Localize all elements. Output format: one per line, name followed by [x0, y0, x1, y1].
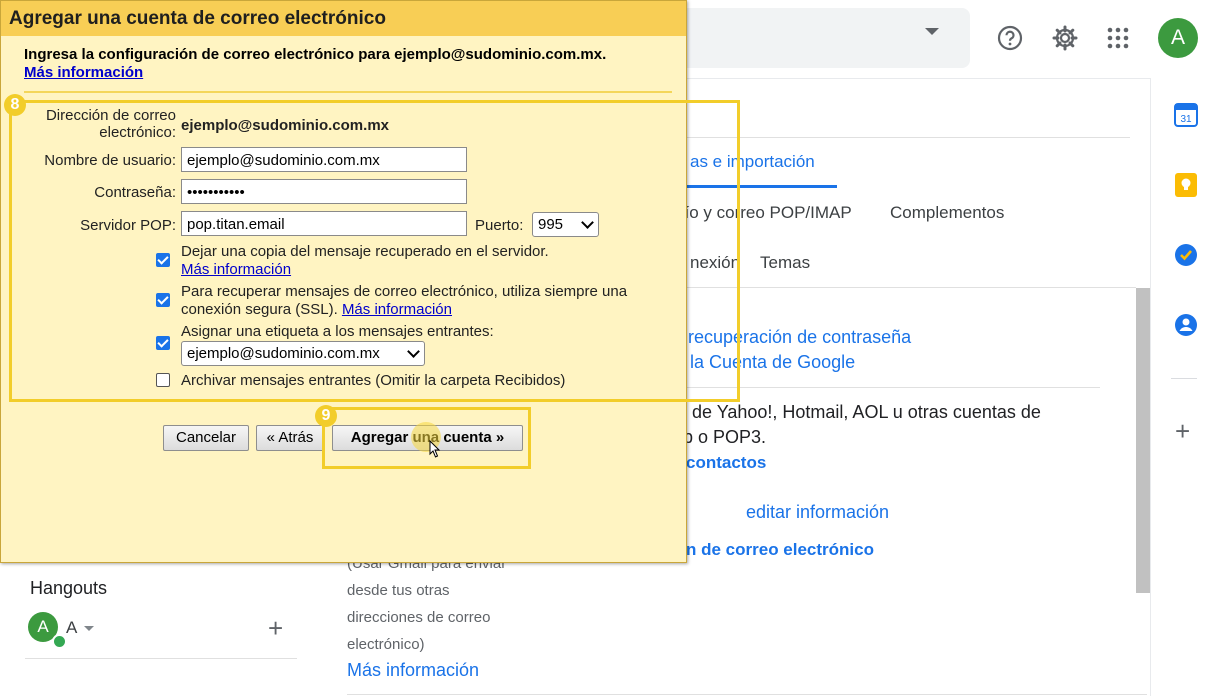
svg-text:31: 31	[1180, 114, 1192, 125]
cancel-button[interactable]: Cancelar	[163, 425, 249, 451]
contacts-icon[interactable]	[1173, 312, 1199, 338]
step-8-badge: 8	[4, 94, 26, 116]
mouse-pointer-icon	[425, 439, 441, 462]
hangouts-status-caret-icon[interactable]	[84, 626, 94, 631]
account-avatar[interactable]: A	[1158, 18, 1198, 58]
settings-gear-icon[interactable]	[1049, 22, 1081, 54]
step-9-badge: 9	[315, 405, 337, 427]
online-status-dot	[52, 634, 67, 649]
import-contacts-link[interactable]: contactos	[686, 453, 766, 473]
search-options-icon[interactable]	[925, 28, 939, 35]
intro-more-info-link[interactable]: Más información	[24, 64, 143, 81]
calendar-icon[interactable]: 31	[1173, 102, 1199, 128]
help-icon[interactable]	[994, 22, 1026, 54]
side-panel-rail: 31 +	[1150, 78, 1217, 696]
keep-icon[interactable]	[1173, 172, 1199, 198]
bottom-divider	[347, 694, 1147, 695]
add-email-account-link[interactable]: n de correo electrónico	[686, 540, 874, 560]
send-as-note-2: desde tus otras	[347, 582, 450, 599]
dialog-title: Agregar una cuenta de correo electrónico	[9, 8, 386, 29]
send-as-note-3: direcciones de correo	[347, 609, 491, 626]
back-button[interactable]: « Atrás	[256, 425, 324, 451]
scrollbar-thumb[interactable]	[1136, 288, 1150, 593]
tab-addons[interactable]: Complementos	[890, 203, 1004, 223]
new-conversation-plus-icon[interactable]: +	[268, 615, 283, 641]
apps-grid-icon[interactable]	[1102, 22, 1134, 54]
import-description: s de Yahoo!, Hotmail, AOL u otras cuenta…	[678, 402, 1041, 422]
hangouts-user-name[interactable]: A	[66, 618, 77, 638]
tasks-icon[interactable]	[1173, 242, 1199, 268]
rail-divider	[1171, 378, 1197, 379]
hangouts-divider	[25, 658, 297, 659]
tab-themes[interactable]: Temas	[760, 253, 810, 273]
dialog-intro: Ingresa la configuración de correo elect…	[24, 46, 607, 63]
add-addon-icon[interactable]: +	[1175, 418, 1190, 444]
section-divider	[680, 387, 1100, 388]
intro-separator	[24, 91, 672, 93]
import-description-2: b o POP3.	[683, 427, 767, 447]
edit-info-link[interactable]: editar información	[746, 502, 889, 523]
dialog-title-bar: Agregar una cuenta de correo electrónico	[1, 1, 686, 36]
step-8-highlight	[9, 100, 740, 402]
send-as-note-4: electrónico)	[347, 636, 425, 653]
send-as-more-info-link[interactable]: Más información	[347, 660, 479, 681]
hangouts-title: Hangouts	[30, 578, 108, 598]
